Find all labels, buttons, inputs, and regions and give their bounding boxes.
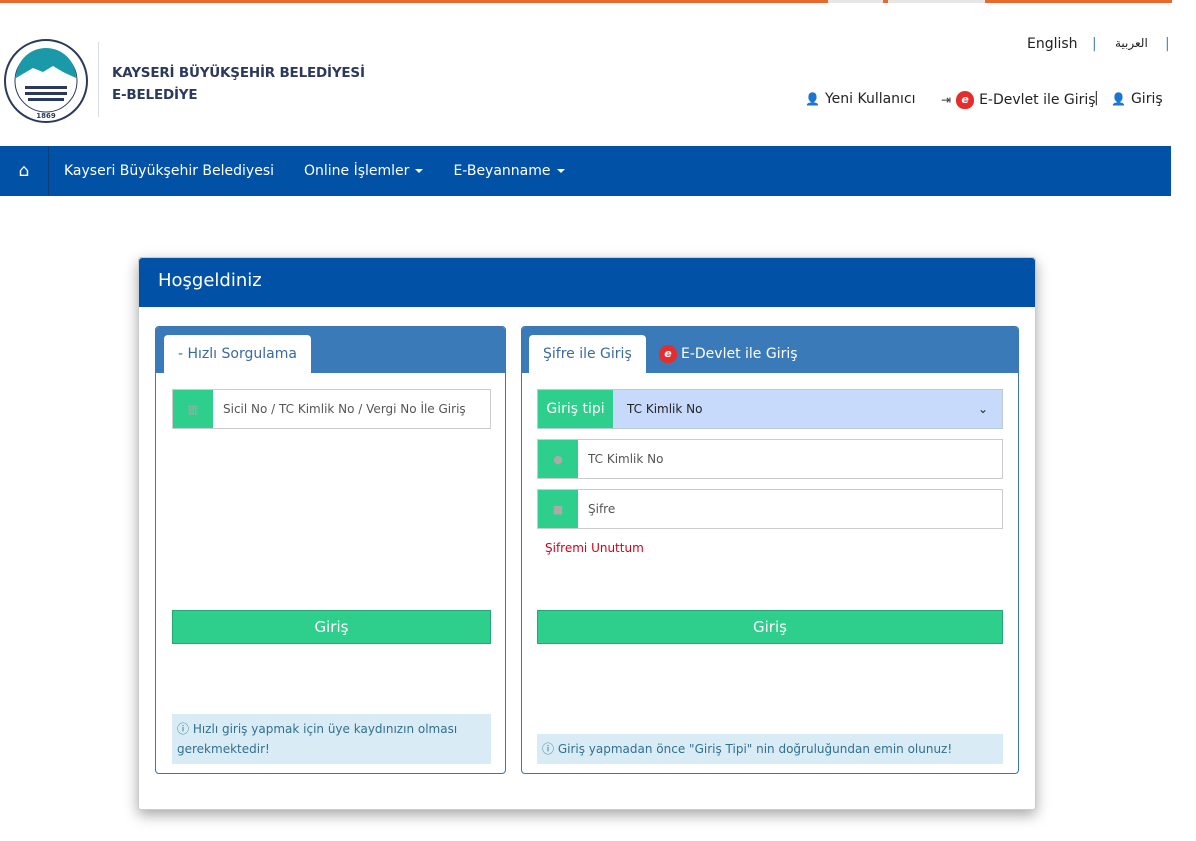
separator: | bbox=[1165, 36, 1170, 52]
municipality-logo: 1869 bbox=[4, 39, 88, 123]
tc-input[interactable]: TC Kimlik No bbox=[578, 440, 1002, 478]
quick-query-panel: - Hızlı Sorgulama ▥ Sicil No / TC Kimlik … bbox=[155, 326, 506, 774]
login-type-info-alert: ⓘ Giriş yapmadan önce "Giriş Tipi" nin d… bbox=[537, 734, 1003, 764]
quick-info-alert: ⓘ Hızlı giriş yapmak için üye kaydınızın… bbox=[172, 714, 491, 764]
password-login-panel: Şifre ile Giriş e E-Devlet ile Giriş Giri… bbox=[521, 326, 1019, 774]
login-link[interactable]: 👤 Giriş bbox=[1111, 91, 1163, 107]
edevlet-icon: e bbox=[659, 345, 677, 363]
nav-label: Kayseri Büyükşehir Belediyesi bbox=[64, 163, 274, 179]
nav-label: E-Beyanname bbox=[453, 163, 551, 179]
nav-item-kbb[interactable]: Kayseri Büyükşehir Belediyesi bbox=[49, 163, 289, 179]
caret-down-icon bbox=[556, 169, 565, 173]
info-icon: ⓘ bbox=[542, 742, 558, 756]
nav-item-e-beyanname[interactable]: E-Beyanname bbox=[438, 163, 579, 179]
edevlet-login-link[interactable]: ⇥ e E-Devlet ile Giriş bbox=[941, 91, 1096, 109]
tc-input-group: ● TC Kimlik No bbox=[537, 439, 1003, 479]
tab-edevlet-login[interactable]: e E-Devlet ile Giriş bbox=[659, 335, 798, 373]
quick-login-button[interactable]: Giriş bbox=[172, 610, 491, 644]
forgot-password-link[interactable]: Şifremi Unuttum bbox=[545, 541, 644, 555]
password-input[interactable]: Şifre bbox=[578, 490, 1002, 528]
nav-label: Online İşlemler bbox=[304, 163, 410, 179]
welcome-card: Hoşgeldiniz - Hızlı Sorgulama ▥ Sicil No … bbox=[138, 257, 1036, 810]
nav-item-online-islemler[interactable]: Online İşlemler bbox=[289, 163, 438, 179]
card-title: Hoşgeldiniz bbox=[139, 258, 1035, 307]
tab-quick-query[interactable]: - Hızlı Sorgulama bbox=[164, 335, 311, 373]
tab-label: E-Devlet ile Giriş bbox=[681, 346, 798, 362]
lock-icon: ■ bbox=[538, 490, 578, 528]
new-user-label: Yeni Kullanıcı bbox=[824, 91, 916, 107]
chevron-down-icon: ⌄ bbox=[977, 402, 988, 416]
edevlet-login-label: E-Devlet ile Giriş bbox=[979, 92, 1096, 108]
selected-value: TC Kimlik No bbox=[627, 402, 703, 416]
login-type-label: Giriş tipi bbox=[538, 390, 613, 428]
separator: | bbox=[1094, 90, 1099, 106]
info-text: Hızlı giriş yapmak için üye kaydınızın o… bbox=[177, 722, 458, 756]
password-login-button[interactable]: Giriş bbox=[537, 610, 1003, 644]
tab-password-login[interactable]: Şifre ile Giriş bbox=[529, 335, 646, 373]
login-type-group: Giriş tipi TC Kimlik No ⌄ bbox=[537, 389, 1003, 429]
sign-in-icon: ⇥ bbox=[941, 93, 952, 107]
new-user-link[interactable]: 👤 Yeni Kullanıcı bbox=[805, 91, 916, 107]
lang-arabic-link[interactable]: العربية bbox=[1115, 36, 1148, 50]
top-accent-bar bbox=[0, 0, 1172, 3]
login-type-select[interactable]: TC Kimlik No ⌄ bbox=[613, 390, 1002, 428]
svg-text:1869: 1869 bbox=[36, 112, 56, 120]
password-input-group: ■ Şifre bbox=[537, 489, 1003, 529]
login-label: Giriş bbox=[1130, 91, 1163, 107]
lang-english-link[interactable]: English bbox=[1027, 36, 1078, 52]
user-plus-icon: 👤 bbox=[805, 92, 820, 106]
info-icon: ⓘ bbox=[177, 722, 193, 736]
edevlet-icon: e bbox=[956, 91, 975, 109]
brand-line2: E-BELEDİYE bbox=[112, 87, 198, 103]
home-button[interactable]: ⌂ bbox=[0, 146, 49, 196]
home-icon: ⌂ bbox=[18, 161, 30, 181]
divider bbox=[98, 42, 99, 117]
brand-title: KAYSERİ BÜYÜKŞEHİR BELEDİYESİ E-BELEDİYE bbox=[112, 62, 365, 106]
sicil-input-group: ▥ Sicil No / TC Kimlik No / Vergi No İle … bbox=[172, 389, 491, 429]
brand-line1: KAYSERİ BÜYÜKŞEHİR BELEDİYESİ bbox=[112, 65, 365, 81]
sicil-input[interactable]: Sicil No / TC Kimlik No / Vergi No İle G… bbox=[213, 390, 490, 428]
separator: | bbox=[1092, 36, 1097, 52]
info-text: Giriş yapmadan önce "Giriş Tipi" nin doğ… bbox=[557, 742, 953, 756]
barcode-icon: ▥ bbox=[173, 390, 213, 428]
user-icon: 👤 bbox=[1111, 92, 1126, 106]
caret-down-icon bbox=[415, 169, 424, 173]
main-navbar: ⌂ Kayseri Büyükşehir Belediyesi Online İ… bbox=[0, 146, 1171, 196]
user-icon: ● bbox=[538, 440, 578, 478]
